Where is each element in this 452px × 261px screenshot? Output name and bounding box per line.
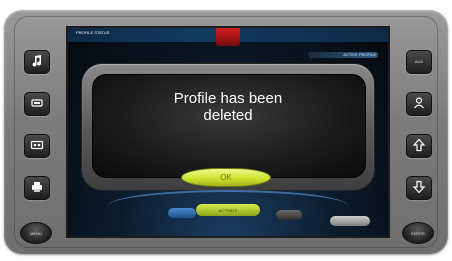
enter-button[interactable]: ENTER	[402, 222, 434, 244]
menu-button[interactable]: MENU	[20, 222, 52, 244]
up-button[interactable]	[406, 134, 432, 158]
display-screen: PROFILE STATUS ACTIVE PROFILE Profile ha…	[66, 26, 390, 238]
profile-button[interactable]	[406, 92, 432, 116]
dialog-message-line1: Profile has been	[173, 90, 283, 107]
top-red-indicator	[216, 28, 240, 46]
print-button[interactable]	[24, 176, 50, 200]
topbar-title: PROFILE STATUS	[76, 30, 110, 35]
activate-button[interactable]: ACTIVATE	[196, 204, 260, 216]
down-button[interactable]	[406, 176, 432, 200]
aux-label: AUX	[414, 59, 424, 64]
arrow-down-icon	[412, 180, 426, 196]
ok-button[interactable]: OK	[181, 168, 271, 187]
music-note-icon	[30, 54, 44, 70]
bottom-right-button[interactable]	[276, 210, 302, 220]
dialog-message: Profile has been deleted	[92, 90, 364, 124]
bottom-far-right-button[interactable]	[330, 216, 370, 226]
stop-icon	[30, 96, 44, 112]
arrow-up-icon	[412, 138, 426, 154]
bottom-left-button[interactable]	[168, 208, 196, 218]
cassette-button[interactable]	[24, 134, 50, 158]
cassette-icon	[30, 138, 44, 154]
aux-button[interactable]: AUX	[406, 50, 432, 74]
music-button[interactable]	[24, 50, 50, 74]
dialog-message-line2: deleted	[203, 107, 253, 124]
person-icon	[412, 96, 426, 112]
top-right-label: ACTIVE PROFILE	[343, 52, 376, 57]
enter-button-label: ENTER	[411, 230, 425, 236]
ok-button-label: OK	[220, 173, 232, 182]
printer-icon	[30, 180, 44, 196]
menu-button-label: MENU	[30, 230, 42, 236]
stop-button[interactable]	[24, 92, 50, 116]
